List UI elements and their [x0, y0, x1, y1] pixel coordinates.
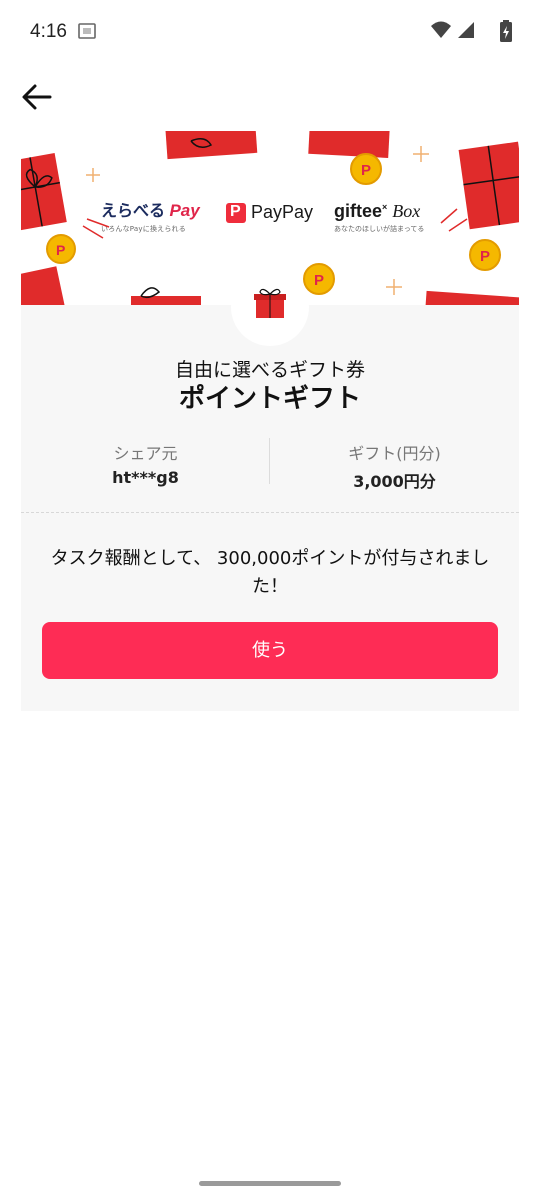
reward-message: タスク報酬として、 300,000ポイントが付与されました！: [50, 548, 490, 597]
erabe-pay-tagline: いろんなPayに換えられる: [101, 225, 186, 233]
svg-text:P: P: [480, 248, 490, 265]
gift-box-decoration: [21, 153, 67, 231]
paypay-name: PayPay: [251, 202, 314, 222]
sender-info: シェア元 ht***g8: [21, 440, 270, 487]
dashed-divider: [21, 512, 519, 513]
erabe-pay-logo: えらべる Pay いろんなPayに換えられる: [101, 197, 211, 234]
status-time: 4:16: [30, 21, 67, 42]
gift-amount-info: ギフト(円分) 3,000円分: [270, 440, 519, 492]
giftee-box-name: Box: [392, 201, 421, 221]
gift-badge: [231, 268, 309, 346]
sender-label: シェア元: [113, 444, 178, 463]
paypay-logo-mark: P: [226, 203, 246, 223]
gift-box-icon: [254, 288, 286, 318]
svg-text:P: P: [56, 242, 65, 258]
notification-app-icon: [78, 23, 96, 39]
battery-icon: [500, 20, 512, 42]
erabe-pay-pay: Pay: [169, 201, 200, 220]
giftee-box-tagline: あなたのほしいが詰まってる: [334, 225, 425, 233]
home-indicator[interactable]: [199, 1181, 341, 1186]
svg-text:P: P: [361, 162, 371, 179]
gift-amount-value: 3,000円分: [353, 472, 436, 491]
erabe-pay-name: えらべる: [101, 203, 166, 220]
signal-icon: [458, 22, 474, 38]
arrow-left-icon: [22, 84, 52, 110]
svg-text:P: P: [314, 272, 324, 289]
back-button[interactable]: [18, 80, 58, 116]
use-button[interactable]: 使う: [42, 622, 498, 679]
sender-value: ht***g8: [112, 468, 179, 487]
gift-amount-label: ギフト(円分): [348, 444, 441, 463]
status-bar: 4:16: [0, 0, 540, 64]
giftee-name: giftee: [334, 201, 383, 221]
gift-title: ポイントギフト: [178, 384, 361, 414]
wifi-icon: [431, 21, 451, 38]
giftee-box-logo: giftee× Box あなたのほしいが詰まってる: [334, 201, 454, 234]
